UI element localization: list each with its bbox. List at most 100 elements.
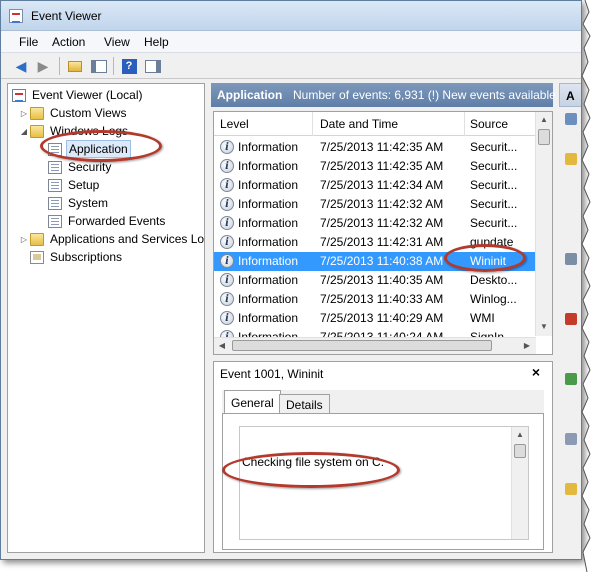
action-icon[interactable] — [565, 253, 577, 265]
table-row[interactable]: i Information 7/25/2013 11:42:35 AM Securit… — [214, 138, 536, 157]
event-viewer-icon — [12, 88, 26, 102]
information-icon: i — [220, 254, 234, 268]
cell-source: Winlog... — [470, 292, 517, 306]
action-icon[interactable] — [565, 113, 577, 125]
cell-source: Securit... — [470, 178, 518, 192]
collapse-icon[interactable]: ◢ — [18, 127, 30, 136]
action-icon[interactable] — [565, 313, 577, 325]
menu-help[interactable]: Help — [144, 35, 169, 49]
cell-level: Information — [238, 178, 299, 192]
subscriptions-icon — [30, 250, 44, 264]
help-icon[interactable]: ? — [119, 57, 139, 75]
scroll-thumb[interactable] — [232, 340, 492, 351]
tree-item-application[interactable]: Application — [48, 140, 131, 158]
action-icon[interactable] — [565, 433, 577, 445]
event-details-tabs: General Details Checking file system on … — [222, 390, 544, 550]
tree-item-subscriptions[interactable]: Subscriptions — [30, 248, 124, 266]
information-icon: i — [220, 140, 234, 154]
information-icon: i — [220, 273, 234, 287]
table-row[interactable]: i Information 7/25/2013 11:42:35 AM Securit… — [214, 157, 536, 176]
events-vertical-scrollbar[interactable]: ▲ ▼ — [535, 112, 552, 336]
cell-level: Information — [238, 159, 299, 173]
cell-source: WMI — [470, 311, 495, 325]
cell-source: Securit... — [470, 159, 518, 173]
event-viewer-app-icon — [9, 9, 23, 23]
tab-details[interactable]: Details — [279, 394, 330, 414]
cell-date: 7/25/2013 11:40:29 AM — [320, 311, 444, 325]
title-bar: Event Viewer — [1, 1, 581, 31]
table-row[interactable]: i Information 7/25/2013 11:42:32 AM Securit… — [214, 214, 536, 233]
column-date-time[interactable]: Date and Time — [320, 117, 398, 131]
table-row[interactable]: i Information 7/25/2013 11:42:32 AM Securit… — [214, 195, 536, 214]
tree-item-system[interactable]: System — [48, 194, 110, 212]
events-list: Level Date and Time Source i Information 7… — [213, 111, 553, 355]
tree-item-security[interactable]: Security — [48, 158, 113, 176]
message-scrollbar[interactable]: ▲ — [511, 427, 528, 539]
table-row[interactable]: i Information 7/25/2013 11:40:29 AM WMI — [214, 309, 536, 328]
log-icon — [48, 178, 62, 192]
table-row[interactable]: i Information 7/25/2013 11:40:33 AM Winlog.… — [214, 290, 536, 309]
cell-level: Information — [238, 254, 299, 268]
log-icon — [48, 196, 62, 210]
information-icon: i — [220, 178, 234, 192]
event-message: Checking file system on C: — [242, 455, 385, 469]
action-icon[interactable] — [565, 483, 577, 495]
console-tree: Event Viewer (Local) ▷ Custom Views ◢ Wi… — [7, 83, 205, 553]
tree-item-windows-logs[interactable]: ◢ Windows Logs — [18, 122, 130, 140]
log-name: Application — [217, 88, 283, 102]
show-hide-tree-icon[interactable] — [89, 57, 109, 75]
action-icon[interactable] — [565, 153, 577, 165]
cell-source: Wininit — [470, 254, 507, 268]
back-arrow-icon[interactable]: ◀ — [11, 57, 31, 75]
actions-header: A — [559, 83, 581, 107]
scroll-up-icon[interactable]: ▲ — [536, 112, 552, 128]
event-count: Number of events: 6,931 (!) New events a… — [293, 88, 556, 102]
close-icon[interactable]: × — [532, 364, 540, 380]
cell-date: 7/25/2013 11:40:35 AM — [320, 273, 444, 287]
table-row[interactable]: i Information 7/25/2013 11:42:31 AM gupdate — [214, 233, 536, 252]
show-hide-action-pane-icon[interactable] — [143, 57, 163, 75]
folder-icon — [30, 232, 44, 246]
table-row[interactable]: i Information 7/25/2013 11:40:35 AM Deskto.… — [214, 271, 536, 290]
cell-date: 7/25/2013 11:40:38 AM — [320, 254, 444, 268]
menu-view[interactable]: View — [104, 35, 130, 49]
up-folder-icon[interactable] — [65, 57, 85, 75]
scroll-right-icon[interactable]: ▶ — [519, 338, 535, 354]
tab-general[interactable]: General — [224, 390, 281, 414]
column-level[interactable]: Level — [220, 117, 249, 131]
cell-date: 7/25/2013 11:42:35 AM — [320, 140, 444, 154]
scroll-thumb[interactable] — [514, 444, 526, 458]
cell-date: 7/25/2013 11:42:32 AM — [320, 197, 444, 211]
tree-item-forwarded-events[interactable]: Forwarded Events — [48, 212, 167, 230]
information-icon: i — [220, 197, 234, 211]
scroll-thumb[interactable] — [538, 129, 550, 145]
window-title: Event Viewer — [31, 9, 102, 23]
expand-icon[interactable]: ▷ — [18, 235, 30, 244]
table-row[interactable]: i Information 7/25/2013 11:40:38 AM Wininit — [214, 252, 536, 271]
menu-file[interactable]: File — [19, 35, 38, 49]
cell-date: 7/25/2013 11:42:35 AM — [320, 159, 444, 173]
tree-item-custom-views[interactable]: ▷ Custom Views — [18, 104, 128, 122]
scroll-down-icon[interactable]: ▼ — [536, 319, 552, 335]
scroll-up-icon[interactable]: ▲ — [512, 427, 528, 443]
event-message-box[interactable]: Checking file system on C: ▲ — [239, 426, 529, 540]
tree-item-apps-services[interactable]: ▷ Applications and Services Lo — [18, 230, 204, 248]
scroll-left-icon[interactable]: ◀ — [214, 338, 230, 354]
events-horizontal-scrollbar[interactable]: ◀ ▶ — [214, 337, 536, 354]
log-icon — [48, 160, 62, 174]
forward-arrow-icon[interactable]: ▶ — [33, 57, 53, 75]
table-row[interactable]: i Information 7/25/2013 11:42:34 AM Securit… — [214, 176, 536, 195]
cell-level: Information — [238, 311, 299, 325]
tree-item-root[interactable]: Event Viewer (Local) — [12, 86, 145, 104]
folder-icon — [30, 124, 44, 138]
folder-icon — [30, 106, 44, 120]
column-source[interactable]: Source — [470, 117, 508, 131]
action-icon[interactable] — [565, 373, 577, 385]
expand-icon[interactable]: ▷ — [18, 109, 30, 118]
tree-item-setup[interactable]: Setup — [48, 176, 101, 194]
information-icon: i — [220, 216, 234, 230]
cell-level: Information — [238, 235, 299, 249]
menu-action[interactable]: Action — [52, 35, 85, 49]
actions-heading: A — [566, 89, 575, 103]
cell-source: Securit... — [470, 197, 518, 211]
